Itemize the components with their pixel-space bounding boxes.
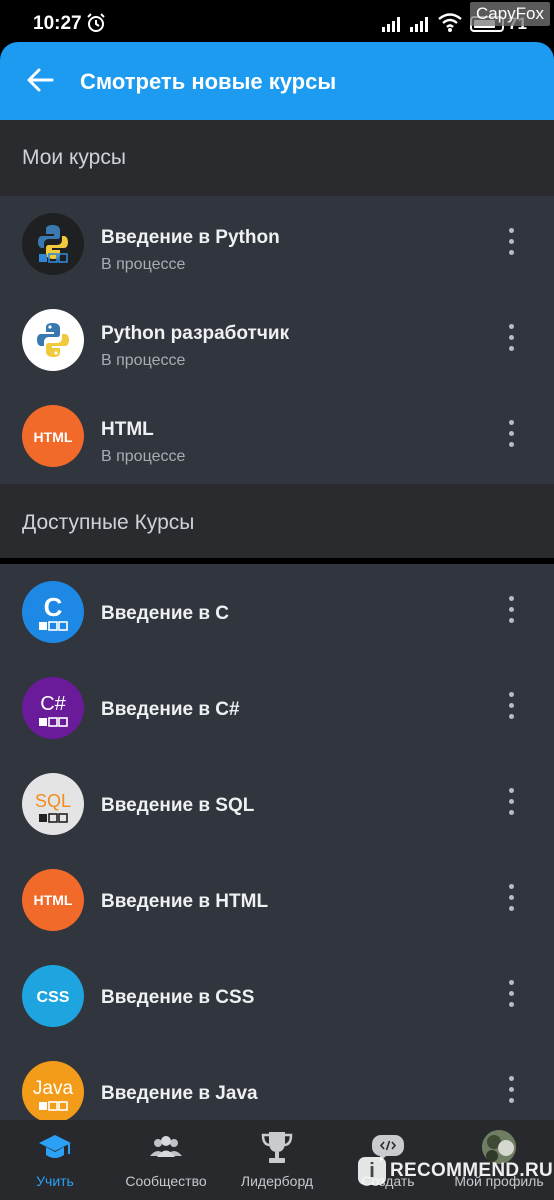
svg-text:HTML: HTML [34, 429, 73, 445]
course-row[interactable]: HTML HTML В процессе [0, 388, 554, 484]
nav-label: Сообщество [125, 1173, 207, 1189]
course-title: Введение в Java [101, 1083, 258, 1104]
c-logo-icon: C [22, 581, 84, 643]
course-row[interactable]: CSS Введение в CSS [0, 948, 554, 1044]
section-title: Мои курсы [22, 146, 126, 169]
more-options-icon[interactable] [503, 596, 519, 628]
back-arrow-icon[interactable] [26, 66, 54, 94]
nav-label: Лидерборд [240, 1173, 314, 1189]
section-header-my-courses: Мои курсы [0, 120, 554, 196]
course-title: Python разработчик [101, 323, 290, 344]
svg-text:C#: C# [40, 693, 66, 715]
page-title: Смотреть новые курсы [80, 69, 337, 94]
course-status: В процессе [101, 448, 186, 465]
nav-label: Учить [36, 1173, 74, 1189]
more-options-icon[interactable] [503, 324, 519, 356]
course-row[interactable]: Python разработчик В процессе [0, 292, 554, 388]
wifi-icon [438, 13, 462, 32]
svg-text:Java: Java [33, 1078, 74, 1099]
my-courses-list: Введение в Python В процессе Python разр… [0, 196, 554, 484]
signal-icon [410, 17, 428, 32]
section-header-available-courses: Доступные Курсы [0, 484, 554, 558]
more-options-icon[interactable] [503, 788, 519, 820]
more-options-icon[interactable] [503, 884, 519, 916]
status-bar: 10:27 71 CapyFox [0, 0, 554, 46]
course-title: HTML [101, 419, 154, 440]
nav-item-learn[interactable]: Учить [0, 1120, 110, 1200]
watermark-badge: i [358, 1157, 386, 1185]
signal-icon [382, 17, 400, 32]
python-logo-icon [22, 309, 84, 371]
watermark-text: RECOMMEND.RU [390, 1160, 553, 1181]
course-title: Введение в SQL [101, 795, 255, 816]
more-options-icon[interactable] [503, 420, 519, 452]
python-dark-logo-icon [22, 213, 84, 275]
watermark-recommend: i RECOMMEND.RU [358, 1154, 553, 1188]
watermark-capyfox: CapyFox [469, 2, 550, 26]
trophy-icon [261, 1132, 293, 1163]
people-icon [150, 1136, 182, 1157]
more-options-icon[interactable] [503, 1076, 519, 1108]
course-row[interactable]: Java Введение в Java [0, 1044, 554, 1120]
more-options-icon[interactable] [503, 980, 519, 1012]
course-row[interactable]: SQL Введение в SQL [0, 756, 554, 852]
available-courses-list: C Введение в C C# Введение в C# SQL Введ… [0, 564, 554, 1120]
css-logo-icon: CSS [22, 965, 84, 1027]
course-row[interactable]: C Введение в C [0, 564, 554, 660]
course-row[interactable]: Введение в Python В процессе [0, 196, 554, 292]
course-row[interactable]: HTML Введение в HTML [0, 852, 554, 948]
svg-text:HTML: HTML [34, 892, 73, 908]
sql-logo-icon: SQL [22, 773, 84, 835]
graduation-cap-icon [39, 1135, 71, 1158]
nav-item-leaderboard[interactable]: Лидерборд [222, 1120, 332, 1200]
course-title: Введение в C [101, 603, 230, 624]
section-title: Доступные Курсы [22, 511, 195, 534]
svg-text:C: C [44, 592, 63, 622]
csharp-logo-icon: C# [22, 677, 84, 739]
status-time: 10:27 [33, 13, 82, 34]
more-options-icon[interactable] [503, 228, 519, 260]
course-title: Введение в HTML [101, 891, 269, 912]
course-title: Введение в CSS [101, 987, 255, 1008]
alarm-icon [87, 13, 105, 32]
course-status: В процессе [101, 256, 186, 273]
svg-text:CSS: CSS [37, 989, 70, 1006]
app-bar: Смотреть новые курсы [0, 42, 554, 120]
java-logo-icon: Java [22, 1061, 84, 1120]
course-title: Введение в C# [101, 699, 240, 720]
svg-text:SQL: SQL [35, 791, 71, 811]
course-title: Введение в Python [101, 227, 280, 248]
course-status: В процессе [101, 352, 186, 369]
course-row[interactable]: C# Введение в C# [0, 660, 554, 756]
html-logo-icon: HTML [22, 869, 84, 931]
nav-item-community[interactable]: Сообщество [111, 1120, 221, 1200]
html-logo-icon: HTML [22, 405, 84, 467]
more-options-icon[interactable] [503, 692, 519, 724]
